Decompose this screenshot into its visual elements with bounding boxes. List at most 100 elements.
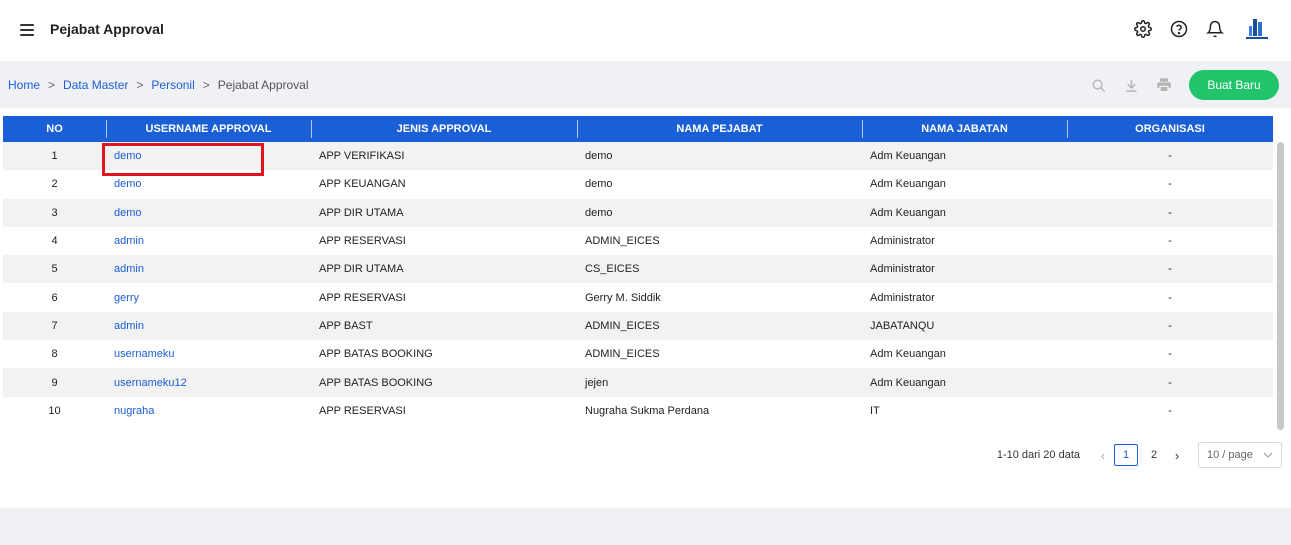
prev-page-icon[interactable]: ‹ [1094,448,1112,463]
cell-organisasi: - [1168,178,1172,191]
cell-username-link[interactable]: nugraha [106,397,311,425]
cell-username-link[interactable]: demo [106,142,311,171]
cell-jenis: APP BAST [311,311,577,341]
cell-organisasi: - [1067,368,1273,397]
menu-icon[interactable] [20,24,34,36]
cell-nama-pejabat: ADMIN_EICES [585,348,660,361]
cell-nama-pejabat: demo [585,178,613,191]
scrollbar-thumb[interactable] [1277,142,1284,430]
page-size-select[interactable]: 10 / page [1198,442,1282,468]
cell-organisasi: - [1067,142,1273,171]
cell-nama-pejabat: demo [577,142,862,171]
cell-username-link[interactable]: admin [106,311,311,341]
table-row[interactable]: 7 admin APP BAST ADMIN_EICES JABATANQU - [3,311,1273,341]
cell-no: 3 [3,198,106,227]
download-icon[interactable] [1122,76,1140,94]
breadcrumb-separator: > [202,78,210,92]
cell-nama-pejabat: Nugraha Sukma Perdana [585,404,710,417]
cell-organisasi: - [1067,255,1273,284]
cell-nama-pejabat: CS_EICES [577,255,862,284]
approval-table: NO USERNAME APPROVAL JENIS APPROVAL NAMA… [3,116,1273,425]
table-row[interactable]: 1 demo APP VERIFIKASI demo Adm Keuangan … [3,142,1273,171]
page-1-button[interactable]: 1 [1114,444,1138,466]
cell-nama-pejabat: ADMIN_EICES [577,311,862,341]
cell-jenis: APP DIR UTAMA [311,198,577,227]
cell-organisasi: - [1168,348,1172,361]
table-row[interactable]: 3 demo APP DIR UTAMA demo Adm Keuangan - [3,198,1273,227]
help-icon[interactable] [1169,19,1189,39]
cell-username-link[interactable]: admin [106,255,311,284]
pagination-info: 1-10 dari 20 data [996,449,1080,461]
page-2-button[interactable]: 2 [1142,444,1166,466]
breadcrumb-bar: Home > Data Master > Personil > Pejabat … [0,61,1291,108]
table-row[interactable]: 6 gerry APP RESERVASI Gerry M. Siddik Ad… [3,283,1273,311]
cell-no: 9 [3,368,106,397]
cell-jenis: APP DIR UTAMA [311,255,577,284]
cell-no: 4 [51,235,58,248]
gear-icon[interactable] [1133,19,1153,39]
table-row[interactable]: 10 nugraha APP RESERVASI Nugraha Sukma P… [3,397,1273,425]
print-icon[interactable] [1155,76,1173,94]
cell-no: 2 [51,178,58,191]
breadcrumb: Home > Data Master > Personil > Pejabat … [8,78,309,92]
cell-organisasi: - [1168,235,1172,248]
cell-username-link[interactable]: admin [106,227,311,255]
cell-nama-pejabat: Gerry M. Siddik [585,291,661,304]
cell-username-link[interactable]: demo [106,198,311,227]
cell-nama-jabatan: Adm Keuangan [870,348,946,361]
cell-no: 10 [48,404,61,417]
cell-username-link[interactable]: usernameku12 [106,368,311,397]
breadcrumb-home[interactable]: Home [8,78,40,92]
bell-icon[interactable] [1205,19,1225,39]
column-header-nama-pejabat[interactable]: NAMA PEJABAT [577,116,862,142]
page-size-value: 10 / page [1207,449,1253,461]
table-scrollbar[interactable] [1275,116,1285,432]
page-title: Pejabat Approval [50,21,164,37]
content-area: NO USERNAME APPROVAL JENIS APPROVAL NAMA… [0,108,1291,508]
cell-jenis: APP RESERVASI [319,404,406,417]
chevron-down-icon [1263,452,1273,458]
breadcrumb-personil[interactable]: Personil [151,78,194,92]
breadcrumb-separator: > [48,78,56,92]
cell-jenis: APP KEUANGAN [319,178,406,191]
table-header-row: NO USERNAME APPROVAL JENIS APPROVAL NAMA… [3,116,1273,142]
cell-nama-pejabat: demo [577,198,862,227]
cell-nama-jabatan: JABATANQU [862,311,1067,341]
table-row[interactable]: 5 admin APP DIR UTAMA CS_EICES Administr… [3,255,1273,284]
cell-nama-jabatan: Administrator [862,255,1067,284]
cell-username-link[interactable]: gerry [106,283,311,311]
table-row[interactable]: 4 admin APP RESERVASI ADMIN_EICES Admini… [3,227,1273,255]
cell-jenis: APP RESERVASI [319,235,406,248]
pagination: 1-10 dari 20 data ‹ 1 2 › 10 / page [997,442,1282,468]
cell-jenis: APP VERIFIKASI [311,142,577,171]
cell-organisasi: - [1168,291,1172,304]
cell-nama-jabatan: Adm Keuangan [870,178,946,191]
column-header-jenis[interactable]: JENIS APPROVAL [311,116,577,142]
cell-no: 6 [51,291,58,304]
column-header-no[interactable]: NO [3,116,106,142]
column-header-organisasi[interactable]: ORGANISASI [1067,116,1273,142]
breadcrumb-data-master[interactable]: Data Master [63,78,128,92]
column-header-username[interactable]: USERNAME APPROVAL [106,116,311,142]
cell-no: 5 [3,255,106,284]
cell-username-link[interactable]: usernameku [106,340,311,368]
cell-nama-jabatan: Administrator [870,235,935,248]
table-row[interactable]: 2 demo APP KEUANGAN demo Adm Keuangan - [3,170,1273,198]
cell-no: 7 [3,311,106,341]
cell-organisasi: - [1168,404,1172,417]
cell-no: 8 [51,348,58,361]
cell-nama-jabatan: Adm Keuangan [862,198,1067,227]
avatar-logo[interactable] [1243,15,1271,43]
cell-jenis: APP BATAS BOOKING [319,348,433,361]
cell-username-link[interactable]: demo [106,170,311,198]
breadcrumb-separator: > [136,78,144,92]
table-row[interactable]: 8 usernameku APP BATAS BOOKING ADMIN_EIC… [3,340,1273,368]
toolbar: Buat Baru [1089,70,1279,100]
column-header-nama-jabatan[interactable]: NAMA JABATAN [862,116,1067,142]
search-icon[interactable] [1089,76,1107,94]
cell-nama-jabatan: Administrator [870,291,935,304]
cell-organisasi: - [1067,198,1273,227]
next-page-icon[interactable]: › [1168,448,1186,463]
table-row[interactable]: 9 usernameku12 APP BATAS BOOKING jejen A… [3,368,1273,397]
buat-baru-button[interactable]: Buat Baru [1189,70,1279,100]
